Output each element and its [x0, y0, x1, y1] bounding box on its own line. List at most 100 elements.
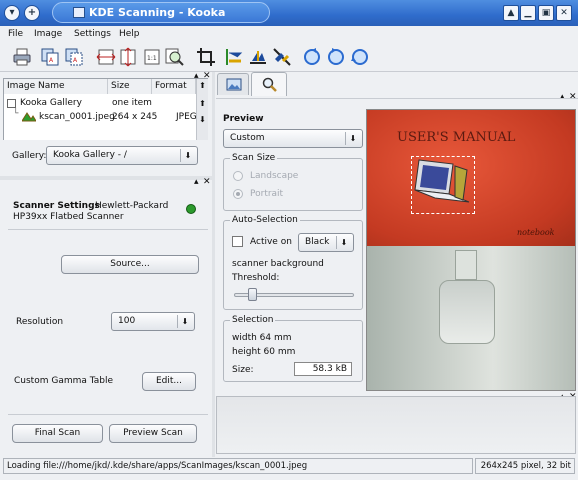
- scanner-vendor: Hewlett-Packard: [95, 201, 169, 211]
- scan-size-combo[interactable]: Custom ⬇: [223, 129, 363, 148]
- left-splitter[interactable]: [0, 176, 212, 180]
- landscape-radio[interactable]: [233, 171, 243, 181]
- final-scan-button[interactable]: Final Scan: [12, 424, 103, 443]
- ocr-image-icon[interactable]: A: [40, 47, 60, 67]
- menu-image[interactable]: Image: [34, 29, 62, 39]
- image-thumbnail-icon: [22, 112, 36, 122]
- menu-file[interactable]: File: [8, 29, 23, 39]
- scanner-settings-panel: Scanner Settings Hewlett-Packard HP39xx …: [0, 186, 212, 454]
- magnifier-icon: [262, 77, 277, 92]
- svg-text:1:1: 1:1: [147, 55, 157, 62]
- auto-selection-title: Auto-Selection: [230, 215, 300, 225]
- dock-restore-icon[interactable]: ▴: [194, 178, 199, 187]
- selection-rectangle[interactable]: [411, 156, 475, 214]
- selection-width: width 64 mm: [232, 333, 292, 343]
- scanner-background-label: scanner background: [232, 259, 324, 269]
- rotate-180-icon[interactable]: [350, 47, 370, 67]
- menu-help[interactable]: Help: [119, 29, 140, 39]
- window-title-pill[interactable]: KDE Scanning - Kooka: [52, 2, 270, 23]
- tab-gallery[interactable]: [217, 73, 249, 95]
- close-button[interactable]: ✕: [556, 5, 572, 21]
- scanner-model: HP39xx Flatbed Scanner: [13, 212, 124, 222]
- menu-settings[interactable]: Settings: [74, 29, 111, 39]
- preview-scan-button[interactable]: Preview Scan: [109, 424, 197, 443]
- folder-icon: [7, 99, 16, 108]
- main-splitter[interactable]: [212, 72, 215, 457]
- tree-branch: └: [13, 109, 19, 119]
- tab-bar: [215, 72, 578, 96]
- title-bar: ▾ + KDE Scanning - Kooka ▲ ▁ ▣ ✕: [0, 0, 578, 26]
- column-header-format[interactable]: Format: [152, 79, 196, 94]
- zoom-icon[interactable]: [164, 47, 184, 67]
- scanner-head: [439, 280, 495, 344]
- chevron-down-icon: ⬇: [345, 132, 360, 145]
- minimize-button[interactable]: ▁: [520, 5, 536, 21]
- main-window: ▾ + KDE Scanning - Kooka ▲ ▁ ▣ ✕ File Im…: [0, 0, 578, 480]
- resolution-combo[interactable]: 100 ⬇: [111, 312, 195, 331]
- selection-size-label: Size:: [232, 365, 254, 375]
- divider: [8, 414, 208, 415]
- resolution-value: 100: [118, 316, 136, 326]
- menu-bar: File Image Settings Help: [0, 26, 578, 42]
- preview-image[interactable]: USER'S MANUAL notebook: [366, 109, 576, 391]
- gallery-combo[interactable]: Kooka Gallery - / ⬇: [46, 146, 198, 165]
- maximize-button[interactable]: ▣: [538, 5, 554, 21]
- auto-selection-group: Auto-Selection Active on Black ⬇ scanner…: [223, 215, 363, 310]
- mirror-both-icon[interactable]: [272, 47, 292, 67]
- list-item[interactable]: Kooka Gallery one item: [4, 97, 196, 110]
- active-on-checkbox[interactable]: [232, 236, 243, 247]
- scan-size-value: Custom: [230, 133, 265, 143]
- gamma-edit-button[interactable]: Edit...: [142, 372, 196, 391]
- gallery-value: Kooka Gallery - /: [53, 150, 127, 160]
- sticky-button[interactable]: +: [24, 5, 40, 21]
- print-icon[interactable]: [12, 47, 32, 67]
- mirror-horizontal-icon[interactable]: [248, 47, 268, 67]
- original-size-icon[interactable]: 1:1: [142, 47, 162, 67]
- window-title: KDE Scanning - Kooka: [89, 6, 226, 19]
- chevron-down-icon: ⬇: [336, 236, 351, 249]
- scan-size-group: Scan Size Landscape Portrait: [223, 153, 363, 211]
- manual-title-text: USER'S MANUAL: [397, 130, 516, 145]
- status-image-info: 264x245 pixel, 32 bit: [475, 458, 575, 474]
- scanner-lamp: [455, 250, 477, 280]
- image-row-format: JPEG: [176, 112, 197, 122]
- window-menu-button[interactable]: ▾: [4, 5, 20, 21]
- selection-size-value: 58.3 kB: [294, 362, 352, 376]
- toolbar: A A 1:1: [0, 42, 578, 72]
- keep-above-button[interactable]: ▲: [503, 5, 519, 21]
- mirror-vertical-icon[interactable]: [224, 47, 244, 67]
- scale-width-icon[interactable]: [96, 47, 116, 67]
- gallery-row-name: Kooka Gallery: [20, 98, 82, 108]
- resolution-label: Resolution: [16, 317, 64, 327]
- status-bar: Loading file:///home/jkd/.kde/share/apps…: [0, 457, 578, 475]
- scale-height-icon[interactable]: [118, 47, 138, 67]
- selection-title: Selection: [230, 315, 276, 325]
- ocr-result-panel: [216, 396, 576, 454]
- rotate-clockwise-icon[interactable]: [302, 47, 322, 67]
- scan-size-title: Scan Size: [230, 153, 278, 163]
- gamma-label: Custom Gamma Table: [14, 376, 114, 386]
- source-button[interactable]: Source...: [61, 255, 199, 274]
- scroll-up-icon-2[interactable]: ⬆: [198, 99, 207, 110]
- background-color-combo[interactable]: Black ⬇: [298, 233, 354, 252]
- column-header-size[interactable]: Size: [108, 79, 152, 94]
- scroll-up-icon[interactable]: ⬆: [198, 81, 207, 92]
- tab-preview[interactable]: [251, 72, 287, 96]
- list-item[interactable]: └ kscan_0001.jpeg 264 x 245 JPEG: [4, 109, 197, 124]
- background-color-value: Black: [305, 237, 330, 247]
- scanner-settings-heading: Scanner Settings: [13, 201, 100, 211]
- crop-icon[interactable]: [196, 47, 216, 67]
- ocr-selection-icon[interactable]: A: [64, 47, 84, 67]
- scanner-app-icon: [73, 7, 85, 18]
- status-message: Loading file:///home/jkd/.kde/share/apps…: [3, 458, 473, 474]
- dock-close-icon[interactable]: ✕: [203, 178, 211, 187]
- threshold-slider[interactable]: [234, 288, 354, 301]
- portrait-radio[interactable]: [233, 189, 243, 199]
- rotate-counterclockwise-icon[interactable]: [326, 47, 346, 67]
- gallery-label: Gallery:: [12, 151, 47, 161]
- threshold-slider-handle[interactable]: [248, 288, 257, 301]
- scanner-status-led: [186, 204, 196, 214]
- scroll-down-icon[interactable]: ⬇: [198, 115, 207, 126]
- divider: [8, 229, 208, 230]
- column-header-name[interactable]: Image Name: [4, 79, 108, 94]
